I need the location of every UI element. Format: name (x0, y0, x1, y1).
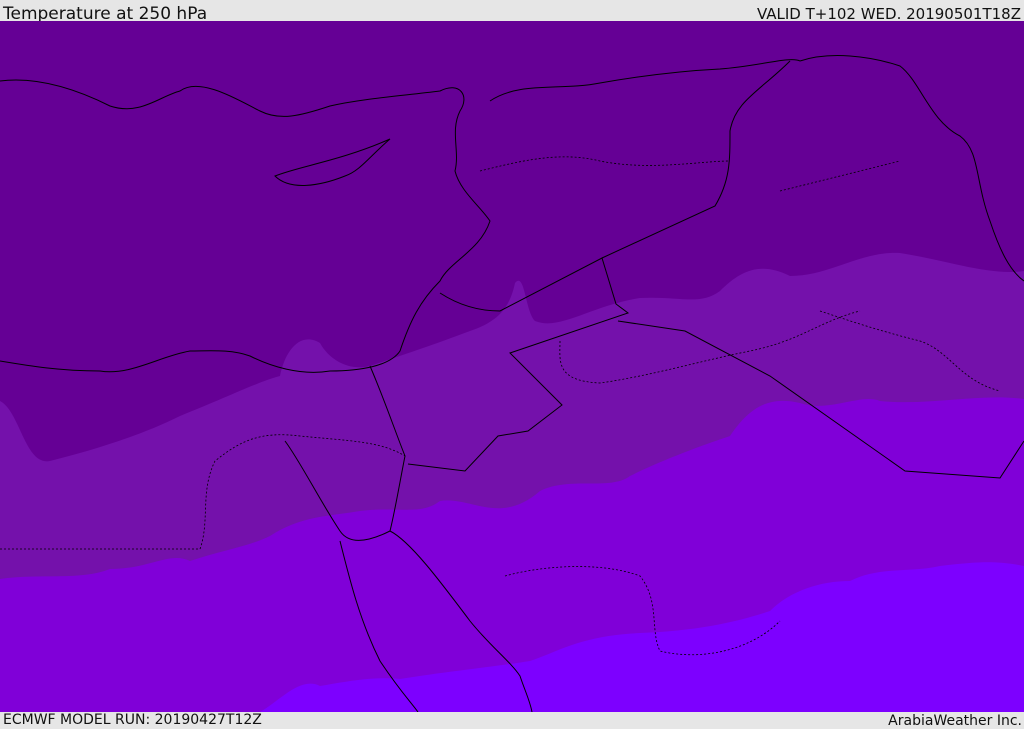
brand-label: ArabiaWeather Inc. (888, 713, 1022, 729)
temperature-map (0, 21, 1024, 712)
model-run: ECMWF MODEL RUN: 20190427T12Z (3, 712, 262, 728)
forecast-map-view: Temperature at 250 hPa VALID T+102 WED. … (0, 0, 1024, 729)
footer-bar: ECMWF MODEL RUN: 20190427T12Z ArabiaWeat… (0, 712, 1024, 729)
header-bar: Temperature at 250 hPa VALID T+102 WED. … (0, 0, 1024, 24)
